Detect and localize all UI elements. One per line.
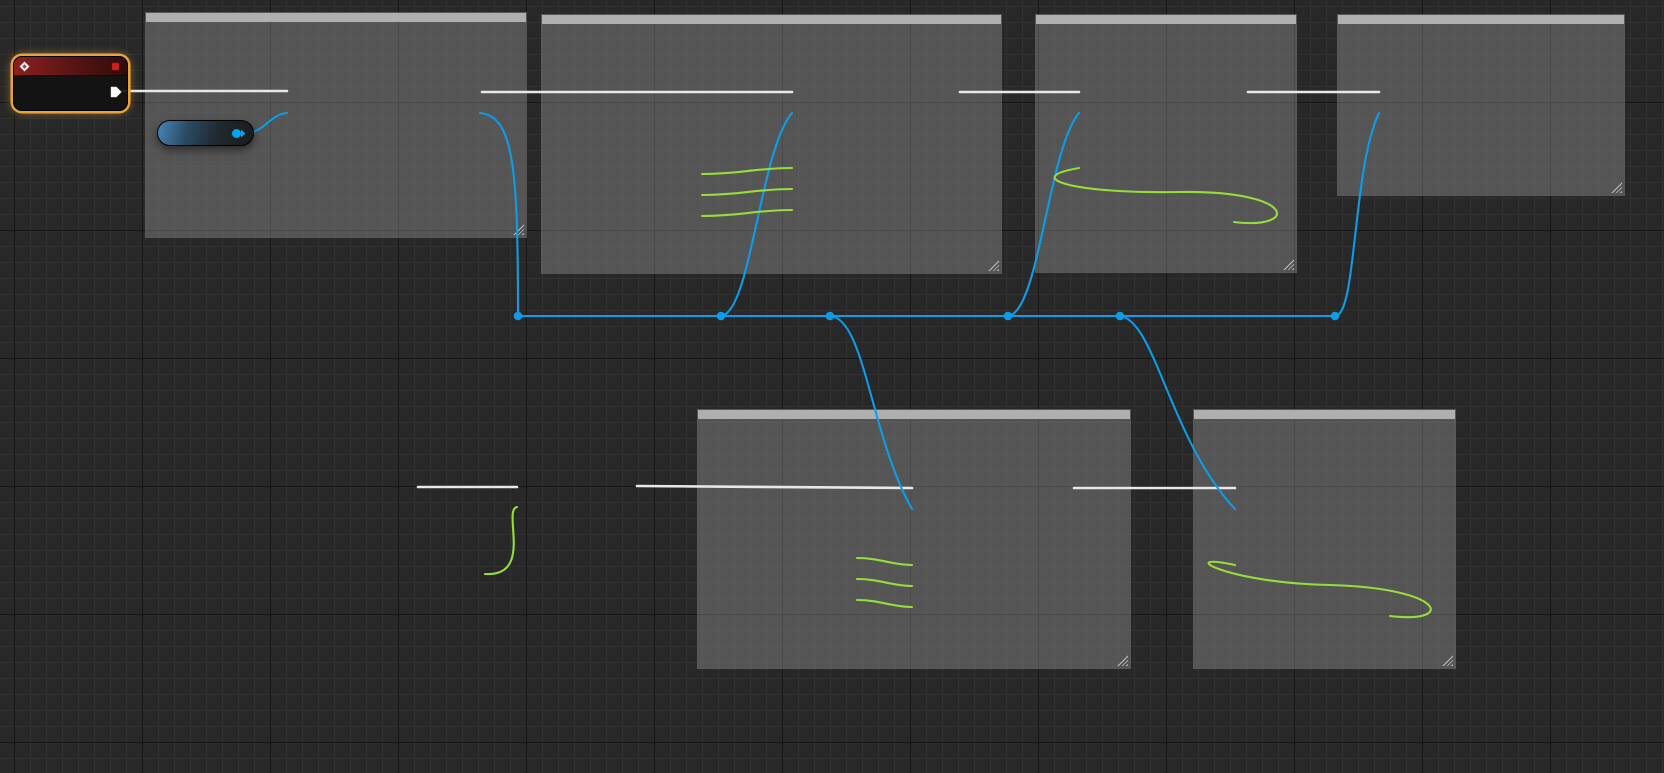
wire-float: [700, 187, 794, 197]
wire-float: [700, 166, 794, 176]
event-badge-icon: [111, 61, 120, 71]
wire-object: [478, 111, 1381, 318]
wire-float: [855, 577, 914, 588]
node-header: [14, 57, 127, 76]
reroute-node[interactable]: [1115, 311, 1125, 321]
blueprint-graph-canvas[interactable]: [0, 0, 1664, 773]
wire-exec: [635, 484, 914, 490]
exec-pin[interactable]: [110, 86, 122, 98]
wire-object: [828, 314, 914, 511]
node-cube-variable[interactable]: [157, 120, 254, 146]
wire-layer: [116, 89, 1432, 619]
reroute-node[interactable]: [716, 311, 726, 321]
wire-object: [1006, 111, 1081, 318]
wire-float: [1207, 560, 1432, 619]
reroute-node[interactable]: [513, 311, 523, 321]
wire-object: [1118, 314, 1237, 511]
wire-float: [855, 598, 914, 609]
node-event-beginplay[interactable]: [13, 56, 128, 111]
reroute-node[interactable]: [825, 311, 835, 321]
object-pin[interactable]: [232, 128, 246, 138]
wire-float: [855, 556, 914, 567]
wire-float: [483, 505, 519, 576]
wire-float: [700, 208, 794, 218]
wire-float: [1053, 166, 1278, 225]
reroute-node[interactable]: [1330, 311, 1340, 321]
event-icon: [19, 61, 30, 71]
reroute-node[interactable]: [1003, 311, 1013, 321]
